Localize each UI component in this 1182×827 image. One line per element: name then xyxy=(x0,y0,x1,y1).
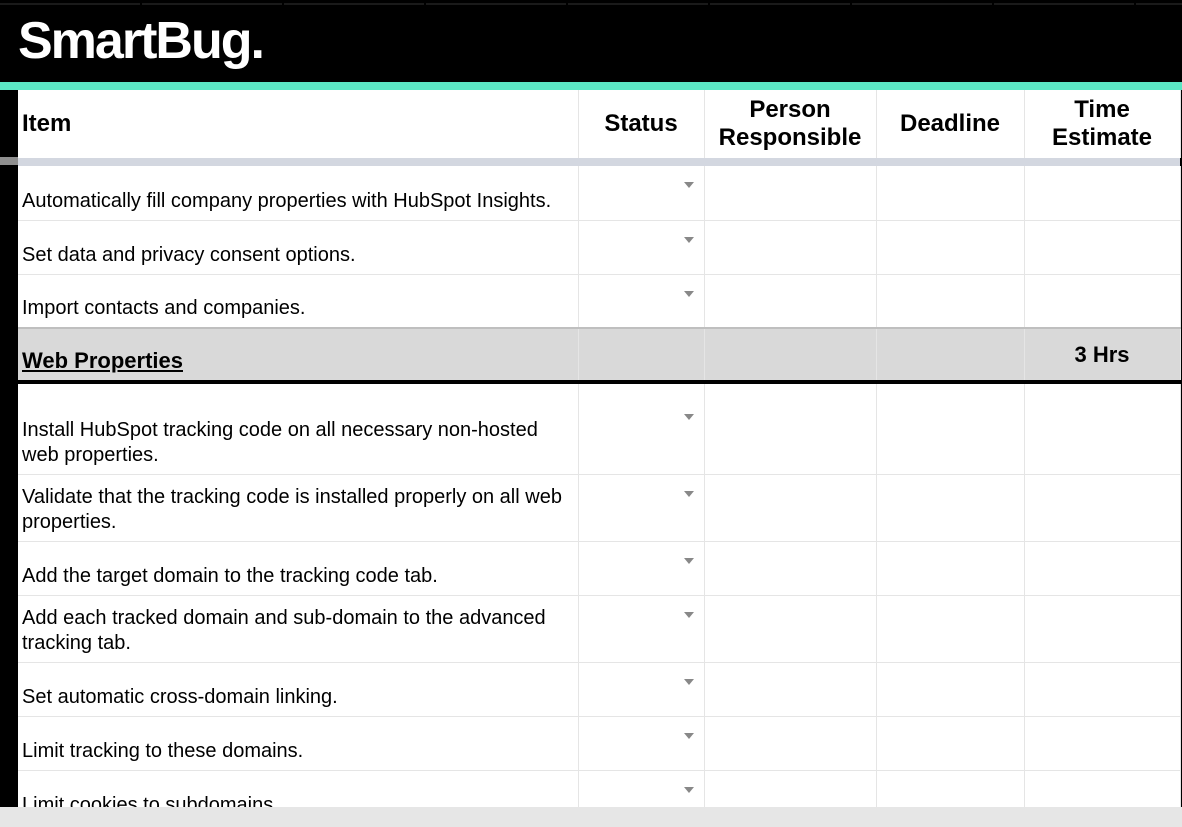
deadline-cell[interactable] xyxy=(876,595,1024,662)
chevron-down-icon xyxy=(684,558,694,564)
table-row: Validate that the tracking code is insta… xyxy=(18,474,1180,541)
status-dropdown[interactable] xyxy=(578,474,704,541)
time-cell[interactable] xyxy=(1024,474,1180,541)
left-gutter xyxy=(0,157,18,807)
person-cell[interactable] xyxy=(704,541,876,595)
status-dropdown[interactable] xyxy=(578,662,704,716)
status-dropdown[interactable] xyxy=(578,541,704,595)
table-row: Install HubSpot tracking code on all nec… xyxy=(18,382,1180,474)
header-row: Item Status Person Responsible Deadline … xyxy=(18,90,1180,158)
person-cell[interactable] xyxy=(704,274,876,328)
checklist-table: Item Status Person Responsible Deadline … xyxy=(18,90,1181,825)
person-cell[interactable] xyxy=(704,716,876,770)
section-deadline xyxy=(876,328,1024,382)
time-cell[interactable] xyxy=(1024,716,1180,770)
person-cell[interactable] xyxy=(704,662,876,716)
task-item: Add each tracked domain and sub-domain t… xyxy=(18,595,578,662)
table-row: Add each tracked domain and sub-domain t… xyxy=(18,595,1180,662)
status-dropdown[interactable] xyxy=(578,220,704,274)
section-person xyxy=(704,328,876,382)
brand-logo: SmartBug. xyxy=(0,3,1182,71)
time-cell[interactable] xyxy=(1024,662,1180,716)
task-item: Automatically fill company properties wi… xyxy=(18,166,578,220)
table-row: Add the target domain to the tracking co… xyxy=(18,541,1180,595)
time-cell[interactable] xyxy=(1024,220,1180,274)
person-cell[interactable] xyxy=(704,474,876,541)
deadline-cell[interactable] xyxy=(876,474,1024,541)
status-dropdown[interactable] xyxy=(578,166,704,220)
col-header-deadline: Deadline xyxy=(876,90,1024,158)
time-cell[interactable] xyxy=(1024,166,1180,220)
spreadsheet: Item Status Person Responsible Deadline … xyxy=(18,90,1180,825)
table-row: Import contacts and companies. xyxy=(18,274,1180,328)
time-cell[interactable] xyxy=(1024,382,1180,474)
chevron-down-icon xyxy=(684,291,694,297)
deadline-cell[interactable] xyxy=(876,541,1024,595)
time-cell[interactable] xyxy=(1024,595,1180,662)
section-row: Web Properties 3 Hrs xyxy=(18,328,1180,382)
section-time-estimate: 3 Hrs xyxy=(1024,328,1180,382)
task-item: Limit tracking to these domains. xyxy=(18,716,578,770)
chevron-down-icon xyxy=(684,679,694,685)
accent-bar xyxy=(0,82,1182,90)
table-row: Set automatic cross-domain linking. xyxy=(18,662,1180,716)
deadline-cell[interactable] xyxy=(876,274,1024,328)
time-cell[interactable] xyxy=(1024,541,1180,595)
status-dropdown[interactable] xyxy=(578,716,704,770)
task-item: Install HubSpot tracking code on all nec… xyxy=(18,382,578,474)
chevron-down-icon xyxy=(684,733,694,739)
deadline-cell[interactable] xyxy=(876,220,1024,274)
table-row: Set data and privacy consent options. xyxy=(18,220,1180,274)
chevron-down-icon xyxy=(684,787,694,793)
col-header-item: Item xyxy=(18,90,578,158)
header-bar: SmartBug. xyxy=(0,0,1182,82)
table-row: Automatically fill company properties wi… xyxy=(18,166,1180,220)
chevron-down-icon xyxy=(684,182,694,188)
person-cell[interactable] xyxy=(704,220,876,274)
section-status xyxy=(578,328,704,382)
status-dropdown[interactable] xyxy=(578,595,704,662)
task-item: Add the target domain to the tracking co… xyxy=(18,541,578,595)
bottom-scrollbar[interactable] xyxy=(0,807,1182,827)
task-item: Validate that the tracking code is insta… xyxy=(18,474,578,541)
task-item: Import contacts and companies. xyxy=(18,274,578,328)
col-header-status: Status xyxy=(578,90,704,158)
header-divider xyxy=(18,158,1180,166)
time-cell[interactable] xyxy=(1024,274,1180,328)
chevron-down-icon xyxy=(684,612,694,618)
task-item: Set data and privacy consent options. xyxy=(18,220,578,274)
deadline-cell[interactable] xyxy=(876,716,1024,770)
status-dropdown[interactable] xyxy=(578,274,704,328)
person-cell[interactable] xyxy=(704,382,876,474)
deadline-cell[interactable] xyxy=(876,382,1024,474)
deadline-cell[interactable] xyxy=(876,166,1024,220)
chevron-down-icon xyxy=(684,414,694,420)
person-cell[interactable] xyxy=(704,595,876,662)
deadline-cell[interactable] xyxy=(876,662,1024,716)
col-header-time: Time Estimate xyxy=(1024,90,1180,158)
section-title: Web Properties xyxy=(18,328,578,382)
person-cell[interactable] xyxy=(704,166,876,220)
col-header-person: Person Responsible xyxy=(704,90,876,158)
task-item: Set automatic cross-domain linking. xyxy=(18,662,578,716)
table-row: Limit tracking to these domains. xyxy=(18,716,1180,770)
chevron-down-icon xyxy=(684,491,694,497)
chevron-down-icon xyxy=(684,237,694,243)
status-dropdown[interactable] xyxy=(578,382,704,474)
